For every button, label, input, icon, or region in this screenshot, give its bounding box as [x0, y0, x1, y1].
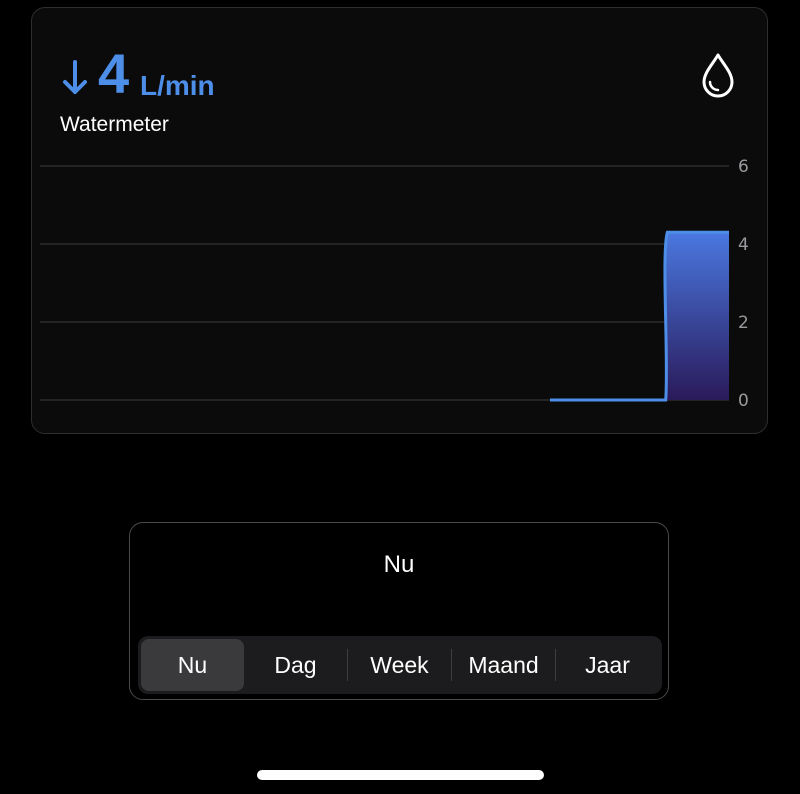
period-segmented-control: Nu Dag Week Maand Jaar [138, 636, 662, 694]
period-option-dag[interactable]: Dag [244, 639, 347, 691]
y-tick-label: 4 [738, 235, 749, 255]
period-option-jaar[interactable]: Jaar [556, 639, 659, 691]
y-tick-label: 6 [738, 157, 749, 177]
period-option-nu[interactable]: Nu [141, 639, 244, 691]
y-tick-label: 2 [738, 313, 749, 333]
period-option-maand[interactable]: Maand [452, 639, 555, 691]
flow-chart: 0 2 4 6 [40, 157, 749, 411]
flow-area-fill [550, 232, 729, 400]
period-selector: Nu Nu Dag Week Maand Jaar [129, 522, 669, 700]
period-option-week[interactable]: Week [348, 639, 451, 691]
home-indicator[interactable] [257, 770, 544, 780]
selected-period-title: Nu [383, 551, 415, 578]
y-tick-label: 0 [738, 391, 749, 411]
watermeter-card[interactable]: 4 L/min Watermeter 0246 [31, 7, 768, 434]
